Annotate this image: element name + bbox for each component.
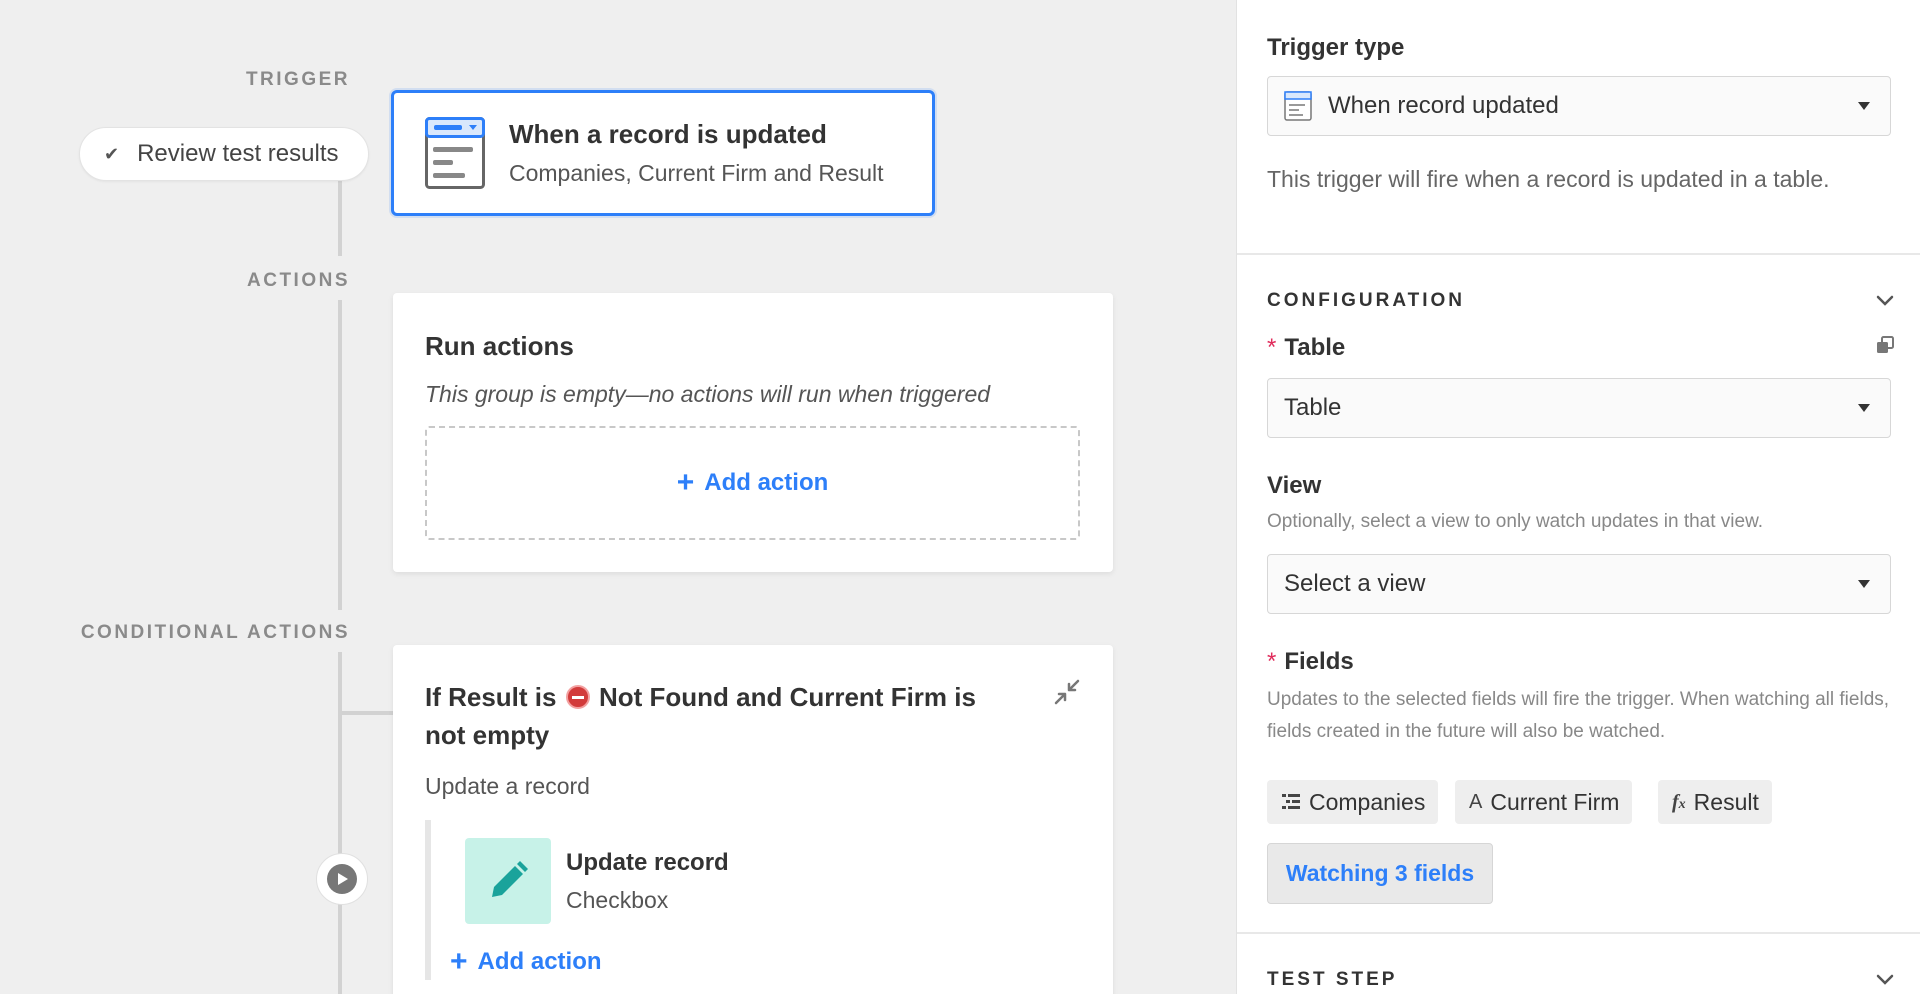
chevron-down-icon <box>1858 102 1870 110</box>
review-test-results-label: Review test results <box>137 140 339 167</box>
formula-icon: fx <box>1672 790 1686 813</box>
condition-title-prefix: If Result is <box>425 682 557 712</box>
test-step-heading: TEST STEP <box>1267 969 1398 990</box>
chevron-down-icon <box>1858 404 1870 412</box>
checkmark-icon: ✔ <box>104 143 120 164</box>
run-actions-title: Run actions <box>425 331 574 361</box>
review-test-results-button[interactable]: ✔ Review test results <box>79 127 369 181</box>
linked-record-icon <box>1282 794 1300 809</box>
pencil-icon <box>465 838 551 924</box>
table-select[interactable]: Table <box>1267 378 1891 438</box>
table-select-value: Table <box>1284 394 1342 421</box>
no-entry-icon <box>565 685 590 709</box>
trigger-type-value: When record updated <box>1328 92 1559 119</box>
view-select-value: Select a view <box>1284 570 1426 597</box>
config-panel: Trigger type When record updated This tr… <box>1236 0 1920 994</box>
conditional-group-card[interactable]: If Result is Not Found and Current Firm … <box>393 645 1113 994</box>
copy-icon[interactable] <box>1876 336 1894 354</box>
watching-fields-button[interactable]: Watching 3 fields <box>1267 843 1493 904</box>
trigger-card[interactable]: When a record is updated Companies, Curr… <box>391 90 935 216</box>
conditional-actions-section-label: CONDITIONAL ACTIONS <box>80 622 350 643</box>
group-indent-bar <box>425 820 431 980</box>
flow-line <box>338 300 342 610</box>
plus-icon: + <box>450 945 468 978</box>
section-divider <box>1237 932 1920 934</box>
view-help-text: Optionally, select a view to only watch … <box>1267 511 1764 532</box>
required-asterisk: * <box>1267 648 1277 675</box>
trigger-type-label: Trigger type <box>1267 34 1405 61</box>
field-chip-companies[interactable]: Companies <box>1267 780 1439 824</box>
section-divider <box>1237 253 1920 255</box>
flow-line <box>338 652 342 994</box>
field-chip-label: Result <box>1693 788 1759 815</box>
add-action-dropzone[interactable]: + Add action <box>425 426 1080 540</box>
add-action-label: Add action <box>704 469 829 496</box>
trigger-card-title: When a record is updated <box>509 119 827 149</box>
run-actions-card[interactable]: Run actions This group is empty—no actio… <box>393 293 1113 572</box>
update-record-subtitle: Checkbox <box>566 886 669 913</box>
trigger-type-select[interactable]: When record updated <box>1267 76 1891 136</box>
trigger-card-subtitle: Companies, Current Firm and Result <box>509 160 884 186</box>
record-form-icon <box>425 117 485 189</box>
chevron-down-icon[interactable] <box>1874 968 1896 990</box>
add-action-button[interactable]: + Add action <box>677 468 829 498</box>
field-chip-label: Companies <box>1309 788 1426 815</box>
configuration-heading: CONFIGURATION <box>1267 290 1466 311</box>
field-chip-result[interactable]: fx Result <box>1658 780 1772 824</box>
flow-line <box>338 181 342 256</box>
collapse-icon[interactable] <box>1053 678 1081 706</box>
actions-section-label: ACTIONS <box>247 270 350 291</box>
chevron-down-icon[interactable] <box>1874 289 1896 311</box>
trigger-description: This trigger will fire when a record is … <box>1267 166 1830 192</box>
chevron-down-icon <box>1858 580 1870 588</box>
table-label-text: Table <box>1284 334 1346 361</box>
empty-group-text: This group is empty—no actions will run … <box>425 381 991 407</box>
required-asterisk: * <box>1267 334 1277 361</box>
add-action-label: Add action <box>477 948 602 975</box>
play-icon <box>327 864 357 894</box>
trigger-section-label: TRIGGER <box>245 69 350 90</box>
field-chip-label: Current Firm <box>1490 788 1620 815</box>
plus-icon: + <box>676 466 695 499</box>
update-record-action[interactable]: Update record Checkbox <box>465 838 729 924</box>
condition-subtitle: Update a record <box>425 773 590 799</box>
view-label: View <box>1267 472 1322 499</box>
add-conditional-action-button[interactable]: + Add action <box>450 947 602 977</box>
record-form-icon <box>1284 91 1312 121</box>
fields-label: * Fields <box>1267 648 1354 676</box>
fields-label-text: Fields <box>1284 648 1354 675</box>
view-select[interactable]: Select a view <box>1267 554 1891 614</box>
table-label: * Table <box>1267 334 1345 362</box>
fields-help-text: Updates to the selected fields will fire… <box>1267 689 1890 742</box>
condition-title: If Result is Not Found and Current Firm … <box>425 678 985 754</box>
update-record-title: Update record <box>566 848 729 876</box>
field-chip-current-firm[interactable]: A Current Firm <box>1455 780 1633 824</box>
automation-canvas: TRIGGER ACTIONS CONDITIONAL ACTIONS ✔ Re… <box>0 0 1236 994</box>
text-field-icon: A <box>1469 790 1483 813</box>
flow-branch-line <box>338 711 393 715</box>
run-test-button[interactable] <box>316 853 368 905</box>
